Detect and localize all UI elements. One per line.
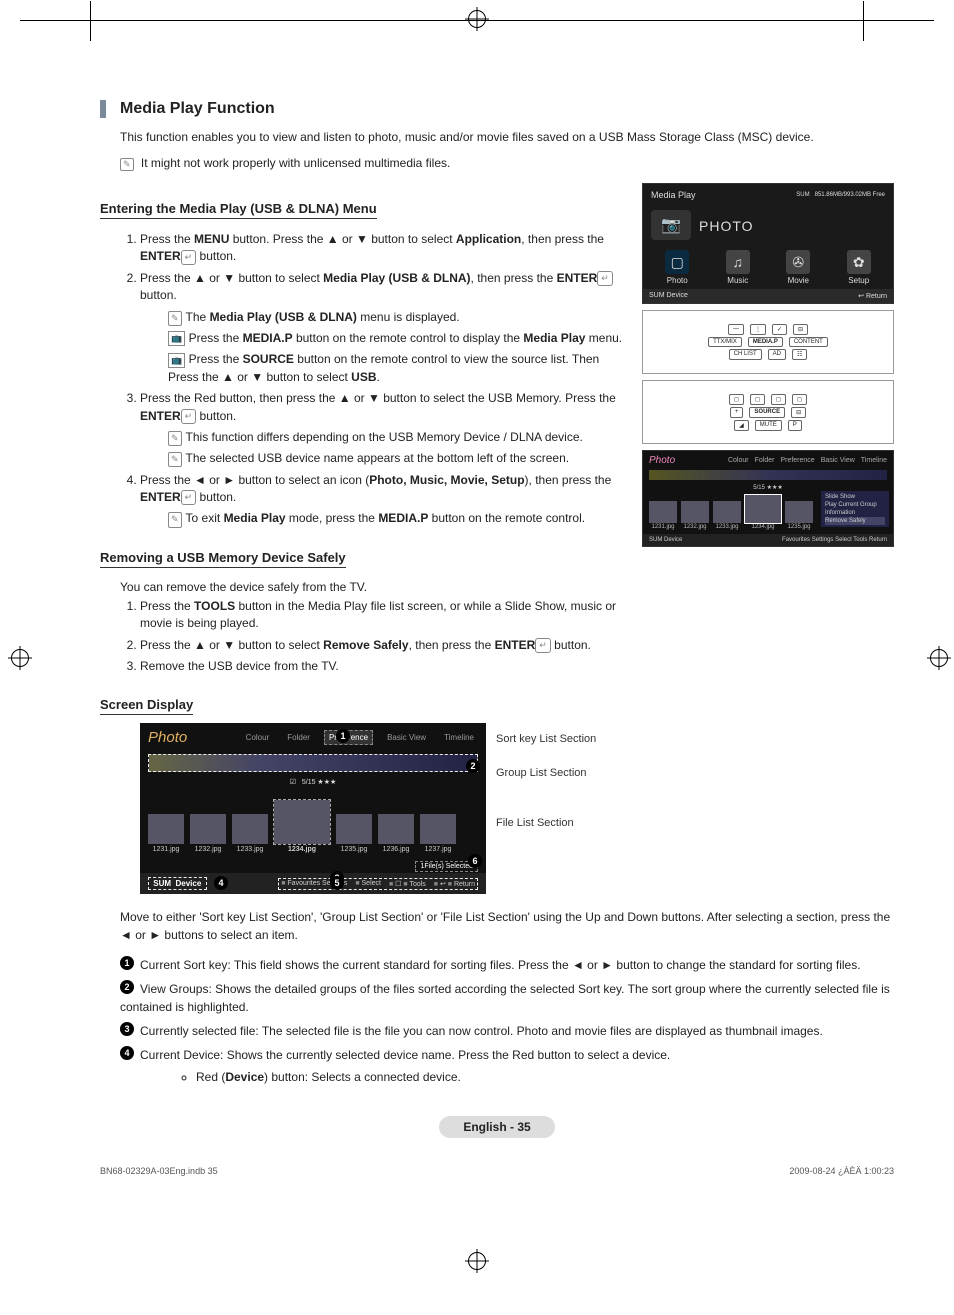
mediaplay-panel: Media Play SUM 851.86MB/993.02MB Free 📷 … [642, 183, 894, 304]
enter-icon: ↵ [181, 409, 197, 424]
step-2: Press the ▲ or ▼ button to select Media … [140, 270, 626, 386]
entering-title: Entering the Media Play (USB & DLNA) Men… [100, 201, 377, 219]
mp-title: Media Play [651, 190, 696, 200]
remove-step-1: Press the TOOLS button in the Media Play… [140, 598, 626, 633]
mp-photo-label: PHOTO [699, 212, 754, 238]
screen-display-title: Screen Display [100, 697, 193, 715]
enter-icon: ↵ [535, 638, 551, 653]
gear-icon: ✿ [847, 250, 871, 274]
red-device-note: Red (Device) button: Selects a connected… [196, 1068, 894, 1086]
context-menu[interactable]: Slide Show Play Current Group Informatio… [821, 491, 889, 527]
footer-meta: BN68-02329A-03Eng.indb 35 2009-08-24 ¿ÀÈ… [100, 1166, 894, 1176]
camera-icon: 📷 [651, 210, 691, 240]
entering-steps: Press the MENU button. Press the ▲ or ▼ … [100, 231, 626, 528]
note-icon: ✎ [120, 158, 134, 171]
remote-icon: 📺 [168, 353, 185, 368]
note-icon: ✎ [168, 512, 182, 527]
screen-display-labels: Sort key List Section Group List Section… [496, 723, 596, 829]
page-footer: English - 35 [100, 1116, 894, 1138]
mp-cat-movie[interactable]: ✇Movie [768, 250, 829, 285]
step-3: Press the Red button, then press the ▲ o… [140, 390, 626, 468]
remote-mock-2: ◻◻◻◻ +SOURCE⊟ ◢MUTEP [642, 380, 894, 444]
screen-display-mock: Photo Colour Folder Preference Basic Vie… [140, 723, 486, 894]
note-icon: ✎ [168, 431, 182, 446]
music-icon: ♫ [726, 250, 750, 274]
enter-icon: ↵ [181, 490, 197, 505]
enter-icon: ↵ [181, 250, 197, 265]
step-4: Press the ◄ or ► button to select an ico… [140, 472, 626, 528]
remote-mock-1: —⋮✓⊟ TTX/MIXMEDIA.PCONTENT CH LISTAD☷ [642, 310, 894, 374]
remove-step-2: Press the ▲ or ▼ button to select Remove… [140, 637, 626, 654]
screen-display-para: Move to either 'Sort key List Section', … [120, 908, 894, 944]
enter-icon: ↵ [597, 271, 613, 286]
mp-cat-photo[interactable]: ▢Photo [647, 250, 708, 285]
mp-cat-music[interactable]: ♫Music [708, 250, 769, 285]
step-1: Press the MENU button. Press the ▲ or ▼ … [140, 231, 626, 266]
photo-icon: ▢ [665, 250, 689, 274]
remove-step-3: Remove the USB device from the TV. [140, 658, 626, 675]
mp-cat-setup[interactable]: ✿Setup [829, 250, 890, 285]
note-icon: ✎ [168, 452, 182, 467]
removing-intro: You can remove the device safely from th… [120, 580, 626, 594]
callout-list: 1Current Sort key: This field shows the … [100, 956, 894, 1086]
removing-steps: Press the TOOLS button in the Media Play… [100, 598, 626, 676]
intro-text: This function enables you to view and li… [120, 130, 894, 144]
movie-icon: ✇ [786, 250, 810, 274]
remote-icon: 📺 [168, 331, 185, 346]
photo-preview-panel: Photo ColourFolderPreferenceBasic ViewTi… [642, 450, 894, 547]
section-title: Media Play Function [100, 100, 894, 118]
removing-title: Removing a USB Memory Device Safely [100, 550, 346, 568]
intro-note: ✎ It might not work properly with unlice… [120, 156, 894, 171]
note-icon: ✎ [168, 311, 182, 326]
